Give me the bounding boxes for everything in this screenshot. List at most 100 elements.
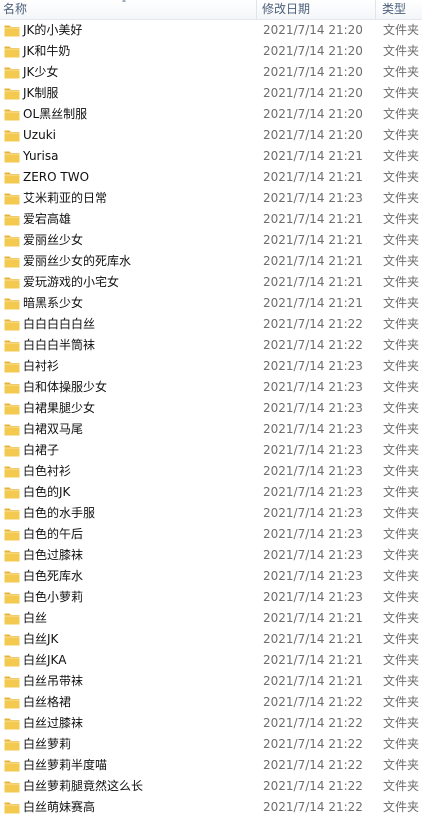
folder-icon — [4, 466, 20, 478]
file-name[interactable]: 白丝萝莉腿竟然这么长 — [23, 776, 143, 797]
modified-date: 2021/7/14 21:22 — [263, 317, 363, 331]
file-type: 文件夹 — [383, 695, 420, 709]
modified-date: 2021/7/14 21:20 — [263, 86, 363, 100]
file-row[interactable]: 白衬衫 2021/7/14 21:23 文件夹 — [0, 356, 422, 377]
modified-date: 2021/7/14 21:22 — [263, 716, 363, 730]
file-name[interactable]: Uzuki — [23, 125, 56, 146]
file-name[interactable]: 白丝萌妹赛高 — [23, 797, 95, 818]
file-row[interactable]: 白白白半筒袜 2021/7/14 21:22 文件夹 — [0, 335, 422, 356]
file-row[interactable]: 爱宕高雄 2021/7/14 21:21 文件夹 — [0, 209, 422, 230]
file-row[interactable]: 白色衬衫 2021/7/14 21:23 文件夹 — [0, 461, 422, 482]
file-name[interactable]: JK的小美好 — [23, 20, 82, 41]
file-name[interactable]: 白丝 — [23, 608, 47, 629]
file-name[interactable]: OL黑丝制服 — [23, 104, 87, 125]
file-row[interactable]: 艾米莉亚的日常 2021/7/14 21:23 文件夹 — [0, 188, 422, 209]
modified-date: 2021/7/14 21:23 — [263, 422, 363, 436]
folder-icon — [4, 88, 20, 100]
file-type: 文件夹 — [383, 212, 420, 226]
folder-icon — [4, 319, 20, 331]
folder-icon — [4, 424, 20, 436]
folder-icon — [4, 151, 20, 163]
file-name[interactable]: JK少女 — [23, 62, 58, 83]
file-row[interactable]: Uzuki 2021/7/14 21:20 文件夹 — [0, 125, 422, 146]
file-row[interactable]: 白裙果腿少女 2021/7/14 21:23 文件夹 — [0, 398, 422, 419]
file-type: 文件夹 — [383, 359, 420, 373]
file-row[interactable]: 白色死库水 2021/7/14 21:23 文件夹 — [0, 566, 422, 587]
column-header-type[interactable]: 类型 — [376, 0, 422, 19]
file-row[interactable]: 白丝 2021/7/14 21:21 文件夹 — [0, 608, 422, 629]
file-row[interactable]: 白丝萝莉腿竟然这么长 2021/7/14 21:22 文件夹 — [0, 776, 422, 797]
file-name[interactable]: Yurisa — [23, 146, 58, 167]
file-row[interactable]: 白丝萝莉半度喵 2021/7/14 21:22 文件夹 — [0, 755, 422, 776]
file-row[interactable]: 爱玩游戏的小宅女 2021/7/14 21:21 文件夹 — [0, 272, 422, 293]
file-name[interactable]: 白白白白白丝 — [23, 314, 95, 335]
file-name[interactable]: 艾米莉亚的日常 — [23, 188, 107, 209]
file-type: 文件夹 — [383, 527, 420, 541]
folder-icon — [4, 802, 20, 814]
file-name[interactable]: 白衬衫 — [23, 356, 59, 377]
file-name[interactable]: 白色衬衫 — [23, 461, 71, 482]
file-name[interactable]: 爱宕高雄 — [23, 209, 71, 230]
file-row[interactable]: 爱丽丝少女的死库水 2021/7/14 21:21 文件夹 — [0, 251, 422, 272]
file-name[interactable]: 白丝JKA — [23, 650, 66, 671]
file-name[interactable]: 白裙双马尾 — [23, 419, 83, 440]
file-name[interactable]: 白丝JK — [23, 629, 58, 650]
file-row[interactable]: 白丝萝莉 2021/7/14 21:22 文件夹 — [0, 734, 422, 755]
file-row[interactable]: 白裙子 2021/7/14 21:23 文件夹 — [0, 440, 422, 461]
file-name[interactable]: 暗黑系少女 — [23, 293, 83, 314]
file-row[interactable]: 白丝过膝袜 2021/7/14 21:22 文件夹 — [0, 713, 422, 734]
folder-icon — [4, 445, 20, 457]
column-header-name[interactable]: 名称 — [0, 0, 256, 19]
file-row[interactable]: 白色过膝袜 2021/7/14 21:23 文件夹 — [0, 545, 422, 566]
file-row[interactable]: JK和牛奶 2021/7/14 21:20 文件夹 — [0, 41, 422, 62]
file-type: 文件夹 — [383, 611, 420, 625]
file-row[interactable]: 白色的水手服 2021/7/14 21:23 文件夹 — [0, 503, 422, 524]
file-name[interactable]: 爱丽丝少女的死库水 — [23, 251, 131, 272]
column-header-date[interactable]: 修改日期 — [257, 0, 375, 19]
file-row[interactable]: 白白白白白丝 2021/7/14 21:22 文件夹 — [0, 314, 422, 335]
file-row[interactable]: 白丝格裙 2021/7/14 21:22 文件夹 — [0, 692, 422, 713]
file-name[interactable]: 白色的JK — [23, 482, 70, 503]
file-row[interactable]: ZERO TWO 2021/7/14 21:21 文件夹 — [0, 167, 422, 188]
file-name[interactable]: JK和牛奶 — [23, 41, 70, 62]
file-type: 文件夹 — [383, 233, 420, 247]
file-row[interactable]: JK少女 2021/7/14 21:20 文件夹 — [0, 62, 422, 83]
file-name[interactable]: 爱玩游戏的小宅女 — [23, 272, 119, 293]
file-name[interactable]: 白色的水手服 — [23, 503, 95, 524]
file-name[interactable]: 白裙果腿少女 — [23, 398, 95, 419]
file-name[interactable]: 白色小萝莉 — [23, 587, 83, 608]
file-row[interactable]: 白色的JK 2021/7/14 21:23 文件夹 — [0, 482, 422, 503]
file-row[interactable]: 白丝萌妹赛高 2021/7/14 21:22 文件夹 — [0, 797, 422, 818]
file-row[interactable]: 白丝吊带袜 2021/7/14 21:21 文件夹 — [0, 671, 422, 692]
file-row[interactable]: 白色的午后 2021/7/14 21:23 文件夹 — [0, 524, 422, 545]
file-row[interactable]: 白裙双马尾 2021/7/14 21:23 文件夹 — [0, 419, 422, 440]
file-type: 文件夹 — [383, 674, 420, 688]
file-row[interactable]: 白和体操服少女 2021/7/14 21:23 文件夹 — [0, 377, 422, 398]
file-name[interactable]: 白色的午后 — [23, 524, 83, 545]
file-name[interactable]: 白丝格裙 — [23, 692, 71, 713]
file-row[interactable]: JK制服 2021/7/14 21:20 文件夹 — [0, 83, 422, 104]
file-name[interactable]: 白丝萝莉 — [23, 734, 71, 755]
file-name[interactable]: 白丝过膝袜 — [23, 713, 83, 734]
file-name[interactable]: 白色过膝袜 — [23, 545, 83, 566]
file-name[interactable]: 爱丽丝少女 — [23, 230, 83, 251]
file-name[interactable]: 白裙子 — [23, 440, 59, 461]
file-type: 文件夹 — [383, 275, 420, 289]
file-name[interactable]: JK制服 — [23, 83, 58, 104]
file-row[interactable]: 爱丽丝少女 2021/7/14 21:21 文件夹 — [0, 230, 422, 251]
file-name[interactable]: 白白白半筒袜 — [23, 335, 95, 356]
file-row[interactable]: 白色小萝莉 2021/7/14 21:23 文件夹 — [0, 587, 422, 608]
file-name[interactable]: 白丝吊带袜 — [23, 671, 83, 692]
file-row[interactable]: 白丝JKA 2021/7/14 21:21 文件夹 — [0, 650, 422, 671]
file-row[interactable]: Yurisa 2021/7/14 21:21 文件夹 — [0, 146, 422, 167]
folder-icon — [4, 130, 20, 142]
file-row[interactable]: JK的小美好 2021/7/14 21:20 文件夹 — [0, 20, 422, 41]
file-name[interactable]: ZERO TWO — [23, 167, 89, 188]
file-name[interactable]: 白丝萝莉半度喵 — [23, 755, 107, 776]
file-name[interactable]: 白色死库水 — [23, 566, 83, 587]
folder-icon — [4, 214, 20, 226]
file-row[interactable]: 白丝JK 2021/7/14 21:21 文件夹 — [0, 629, 422, 650]
file-name[interactable]: 白和体操服少女 — [23, 377, 107, 398]
file-row[interactable]: 暗黑系少女 2021/7/14 21:21 文件夹 — [0, 293, 422, 314]
file-row[interactable]: OL黑丝制服 2021/7/14 21:20 文件夹 — [0, 104, 422, 125]
